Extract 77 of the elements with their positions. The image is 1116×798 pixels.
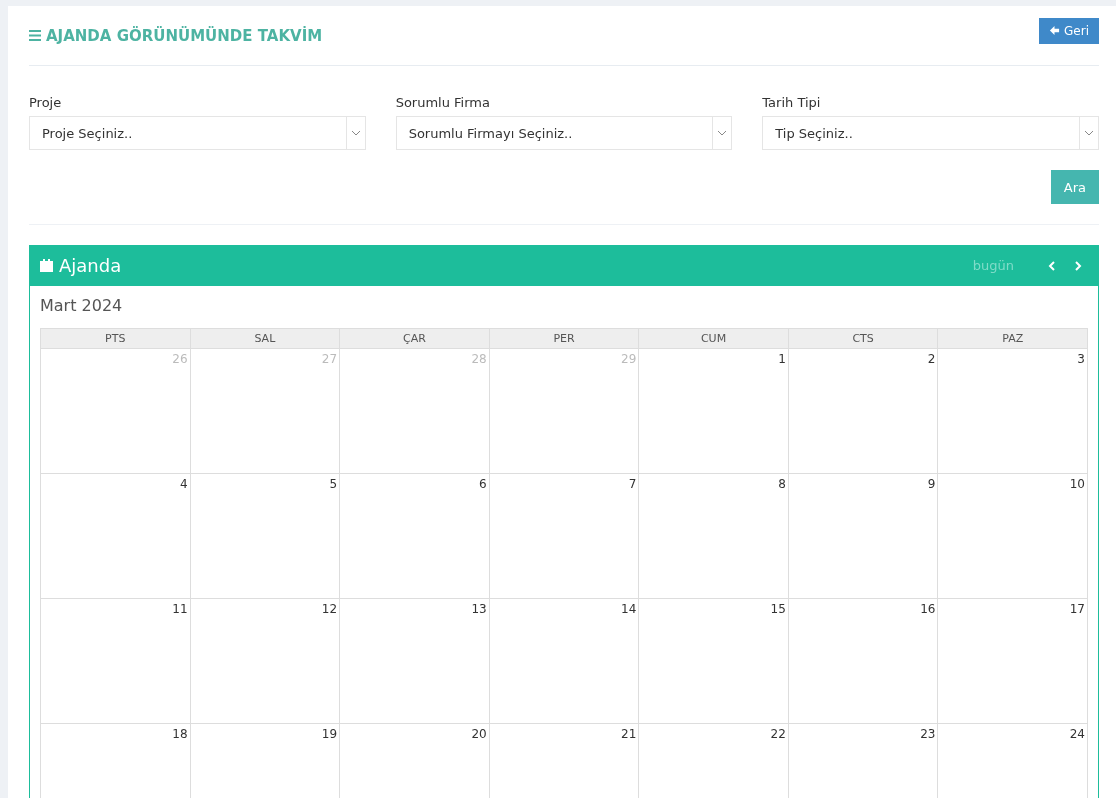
day-number: 3 — [1077, 352, 1085, 366]
day-cell[interactable]: 23 — [788, 724, 939, 798]
day-number: 21 — [621, 727, 637, 741]
field-label: Proje — [29, 95, 63, 110]
day-number: 19 — [321, 727, 338, 741]
day-number: 10 — [1069, 477, 1085, 491]
day-number: 7 — [628, 477, 637, 491]
select-field[interactable]: Tip Seçiniz.. — [762, 116, 1099, 150]
day-cell[interactable]: 16 — [788, 599, 939, 724]
page-title: AJANDA GÖRÜNÜMÜNDE TAKVİM — [29, 26, 323, 45]
day-cell[interactable]: 12 — [190, 599, 341, 724]
day-number: 24 — [1069, 727, 1085, 741]
day-number: 26 — [172, 352, 188, 366]
weekday-header: CTS — [788, 329, 939, 349]
chevron-down-icon — [717, 130, 728, 136]
month-title: Mart 2024 — [40, 296, 124, 315]
day-number: 23 — [920, 727, 936, 741]
day-cell[interactable]: 21 — [489, 724, 640, 798]
chevron-right-icon — [1074, 259, 1082, 272]
day-number: 5 — [329, 477, 338, 491]
day-cell[interactable]: 4 — [41, 474, 191, 599]
day-cell[interactable]: 8 — [639, 474, 789, 599]
day-number: 12 — [321, 602, 338, 616]
weekday-header: PER — [489, 329, 640, 349]
weekday-header: SAL — [190, 329, 341, 349]
weekday-header: PTS — [41, 329, 191, 349]
panel-title: Ajanda — [59, 255, 123, 276]
select-field[interactable]: Sorumlu Firmayı Seçiniz.. — [395, 116, 733, 150]
day-number: 2 — [927, 352, 936, 366]
weekday-header: CUM — [639, 329, 789, 349]
day-cell[interactable]: 22 — [639, 724, 789, 798]
day-number: 18 — [172, 727, 188, 741]
field-label: Tarih Tipi — [762, 95, 822, 110]
day-number: 16 — [920, 602, 936, 616]
day-cell[interactable]: 9 — [788, 474, 939, 599]
weekday-header: PAZ — [938, 329, 1088, 349]
menu-icon — [29, 30, 41, 41]
day-number: 4 — [179, 477, 188, 491]
day-number: 17 — [1069, 602, 1085, 616]
day-cell[interactable]: 13 — [340, 599, 490, 724]
day-number: 6 — [479, 477, 487, 491]
day-cell[interactable]: 5 — [190, 474, 341, 599]
day-number: 1 — [778, 352, 786, 366]
day-cell[interactable]: 24 — [938, 724, 1088, 798]
chevron-down-icon — [350, 130, 361, 136]
day-cell[interactable]: 20 — [340, 724, 490, 798]
day-cell[interactable]: 18 — [41, 724, 191, 798]
field-label: Sorumlu Firma — [395, 95, 491, 110]
day-number: 20 — [471, 727, 487, 741]
chevron-down-icon — [1084, 130, 1094, 136]
day-cell[interactable]: 19 — [190, 724, 341, 798]
day-number: 13 — [471, 602, 487, 616]
day-number: 28 — [471, 352, 487, 366]
back-button[interactable]: Geri — [1039, 17, 1099, 44]
day-number: 11 — [172, 602, 188, 616]
day-number: 27 — [321, 352, 338, 366]
day-number: 14 — [621, 602, 637, 616]
day-cell[interactable]: 1 — [639, 349, 789, 474]
day-cell[interactable]: 14 — [489, 599, 640, 724]
day-number: 22 — [770, 727, 786, 741]
chevron-left-icon — [1048, 259, 1056, 272]
select-field[interactable]: Proje Seçiniz.. — [29, 116, 366, 150]
day-cell[interactable]: 3 — [938, 349, 1088, 474]
day-cell[interactable]: 7 — [489, 474, 640, 599]
day-cell[interactable]: 17 — [938, 599, 1088, 724]
day-number: 15 — [770, 602, 786, 616]
day-cell[interactable]: 10 — [938, 474, 1088, 599]
day-cell[interactable]: 15 — [639, 599, 789, 724]
day-number: 9 — [927, 477, 936, 491]
weekday-header: ÇAR — [340, 329, 490, 349]
day-cell[interactable]: 6 — [340, 474, 490, 599]
day-number: 8 — [778, 477, 786, 491]
calendar-icon — [40, 259, 53, 272]
day-cell[interactable]: 11 — [41, 599, 191, 724]
arrow-left-icon — [1049, 25, 1061, 36]
day-number: 29 — [621, 352, 637, 366]
day-cell[interactable]: 2 — [788, 349, 939, 474]
